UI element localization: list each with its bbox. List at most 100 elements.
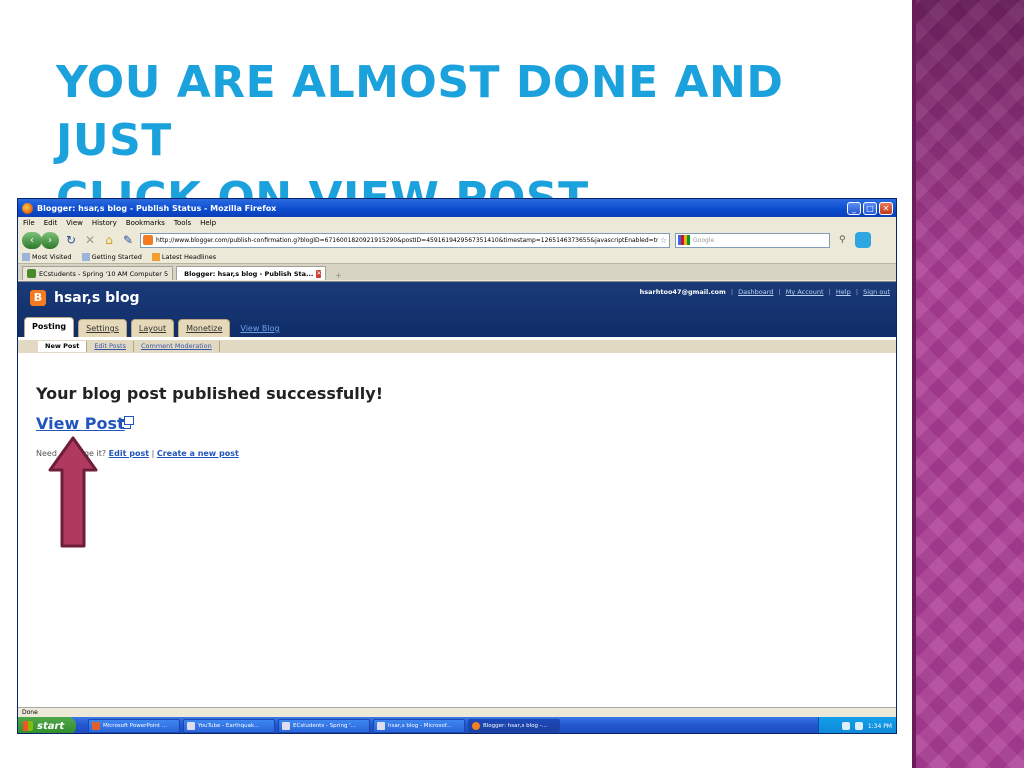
bookmark-getting-started[interactable]: Getting Started [81,253,142,261]
slide-title-line1: YOU ARE ALMOST DONE AND JUST [56,57,784,166]
bookmark-most-visited[interactable]: Most Visited [22,253,72,261]
ie-icon [377,722,385,730]
stop-icon[interactable]: ✕ [83,233,97,247]
page-icon [81,253,90,261]
subtab-new-post[interactable]: New Post [38,341,88,352]
windows-taskbar: start Microsoft PowerPoint ... YouTube -… [18,717,896,733]
view-blog-link[interactable]: View Blog [234,324,285,337]
system-tray: 1:34 PM [818,717,896,733]
bookmarks-toolbar: Most Visited Getting Started Latest Head… [18,251,896,264]
maximize-button[interactable]: □ [863,201,877,215]
tab-blogger[interactable]: Blogger: hsar,s blog - Publish Sta... ✕ [176,266,327,280]
bookmark-label: Latest Headlines [161,253,217,261]
menu-bookmarks[interactable]: Bookmarks [126,219,165,227]
task-hsar-blog[interactable]: hsar,s blog - Microsof... [373,719,465,733]
subtab-edit-posts[interactable]: Edit Posts [87,341,134,352]
new-window-icon[interactable] [121,416,134,429]
tab-settings[interactable]: Settings [78,319,127,337]
menu-edit[interactable]: Edit [44,219,58,227]
blogger-tabs: Posting Settings Layout Monetize View Bl… [24,317,286,337]
task-blogger[interactable]: Blogger: hsar,s blog -... [468,719,560,733]
blog-title: B hsar,s blog [30,290,140,306]
tab-posting[interactable]: Posting [24,317,75,337]
tab-ecstudents[interactable]: ECstudents - Spring '10 AM Computer 5 [22,266,174,280]
bookmark-label: Getting Started [91,253,142,261]
new-tab-icon[interactable]: + [329,271,348,280]
reload-icon[interactable]: ↻ [64,233,78,247]
ie-icon [282,722,290,730]
task-label: Blogger: hsar,s blog -... [483,723,547,729]
rss-icon [151,253,160,261]
start-label: start [37,720,65,732]
tab-layout[interactable]: Layout [130,319,175,337]
url-bar[interactable]: http://www.blogger.com/publish-confirmat… [140,232,670,248]
folder-icon [22,253,30,261]
subtab-comment-moderation[interactable]: Comment Moderation [134,341,220,352]
start-button[interactable]: start [18,717,76,733]
decorative-band [912,0,1024,768]
link-separator: | [151,449,155,458]
tray-icon[interactable] [854,722,863,730]
clock: 1:34 PM [867,722,892,730]
forward-button[interactable]: › [41,231,59,249]
task-powerpoint[interactable]: Microsoft PowerPoint ... [88,719,180,733]
bookmark-star-icon[interactable]: ☆ [658,236,669,245]
tab-monetize[interactable]: Monetize [178,319,231,337]
browser-screenshot: Blogger: hsar,s blog - Publish Status - … [17,198,897,734]
tray-icon[interactable] [841,722,850,730]
account-links: hsarhtoo47@gmail.com | Dashboard | My Ac… [639,288,890,296]
account-email: hsarhtoo47@gmail.com [639,288,726,296]
task-label: ECstudents - Spring '... [293,723,356,729]
menu-help[interactable]: Help [200,219,216,227]
task-label: hsar,s blog - Microsof... [388,723,452,729]
search-placeholder: Google [693,236,715,244]
menu-history[interactable]: History [92,219,117,227]
tab-label: Blogger: hsar,s blog - Publish Sta... [184,269,314,278]
bookmark-label: Most Visited [32,253,72,261]
menu-tools[interactable]: Tools [174,219,191,227]
tab-favicon [27,269,36,278]
bookmark-latest-headlines[interactable]: Latest Headlines [151,253,217,261]
addon-icon[interactable]: ✎ [121,233,135,247]
menu-file[interactable]: File [23,219,35,227]
blogger-favicon [143,235,153,245]
dashboard-link[interactable]: Dashboard [738,288,773,296]
skype-icon[interactable] [854,232,871,248]
windows-flag-icon [23,721,33,731]
success-message: Your blog post published successfully! [36,384,383,403]
window-title: Blogger: hsar,s blog - Publish Status - … [37,203,277,213]
tab-close-icon[interactable]: ✕ [316,269,322,278]
blogger-logo-icon: B [30,290,46,306]
task-ecstudents[interactable]: ECstudents - Spring '... [278,719,370,733]
back-button[interactable]: ‹ [22,231,42,249]
blog-name: hsar,s blog [54,290,140,306]
firefox-icon [472,722,480,730]
tab-bar: ECstudents - Spring '10 AM Computer 5 Bl… [18,264,896,280]
navigation-toolbar: ‹ › ↻ ✕ ⌂ ✎ http://www.blogger.com/publi… [18,229,896,251]
band-edge [912,0,916,768]
sign-out-link[interactable]: Sign out [863,288,890,296]
create-new-post-link[interactable]: Create a new post [157,449,239,458]
menu-bar: File Edit View History Bookmarks Tools H… [18,217,896,229]
edit-post-link[interactable]: Edit post [109,449,149,458]
page-content: B hsar,s blog hsarhtoo47@gmail.com | Das… [18,281,896,707]
url-text: http://www.blogger.com/publish-confirmat… [156,236,658,244]
powerpoint-icon [92,722,100,730]
help-link[interactable]: Help [836,288,851,296]
blogger-header: B hsar,s blog hsarhtoo47@gmail.com | Das… [18,282,896,337]
task-youtube[interactable]: YouTube - Earthquak... [183,719,275,733]
posting-subtabs: New Post Edit Posts Comment Moderation [18,337,896,353]
my-account-link[interactable]: My Account [786,288,824,296]
search-icon[interactable]: ⚲ [839,235,846,245]
home-icon[interactable]: ⌂ [102,233,116,247]
minimize-button[interactable]: _ [847,201,861,215]
search-input[interactable]: Google [675,232,830,248]
tab-label: ECstudents - Spring '10 AM Computer 5 [39,269,169,278]
google-icon [678,235,690,245]
menu-view[interactable]: View [66,219,83,227]
firefox-icon [22,202,33,214]
close-button[interactable]: ✕ [879,201,893,215]
view-post-link[interactable]: View Post [36,414,125,433]
window-titlebar: Blogger: hsar,s blog - Publish Status - … [18,199,896,217]
task-label: Microsoft PowerPoint ... [103,723,168,729]
